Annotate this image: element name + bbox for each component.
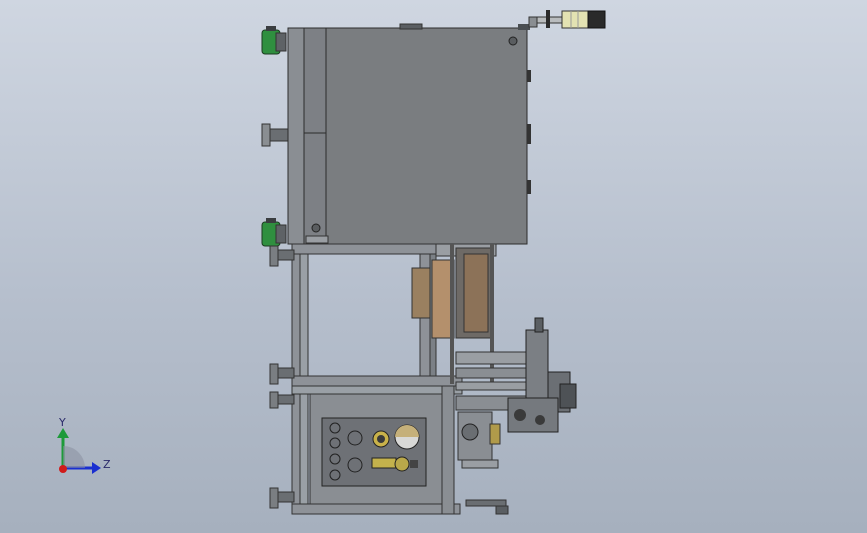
cad-model-viewport[interactable]: Y Z bbox=[0, 0, 867, 533]
electrical-cabinet bbox=[287, 23, 531, 245]
lower-green-foot bbox=[261, 218, 287, 247]
y-axis-label: Y bbox=[58, 416, 66, 429]
top-green-foot bbox=[261, 26, 287, 55]
machine-assembly-side-view: Y Z bbox=[57, 10, 606, 515]
signal-light bbox=[528, 10, 606, 29]
middle-foot bbox=[261, 123, 291, 147]
z-axis-label: Z bbox=[103, 458, 111, 471]
lower-control-panel bbox=[309, 393, 443, 505]
coordinate-triad: Y Z bbox=[57, 416, 111, 474]
frame-feet bbox=[269, 245, 295, 509]
right-actuator-assembly bbox=[455, 317, 577, 515]
